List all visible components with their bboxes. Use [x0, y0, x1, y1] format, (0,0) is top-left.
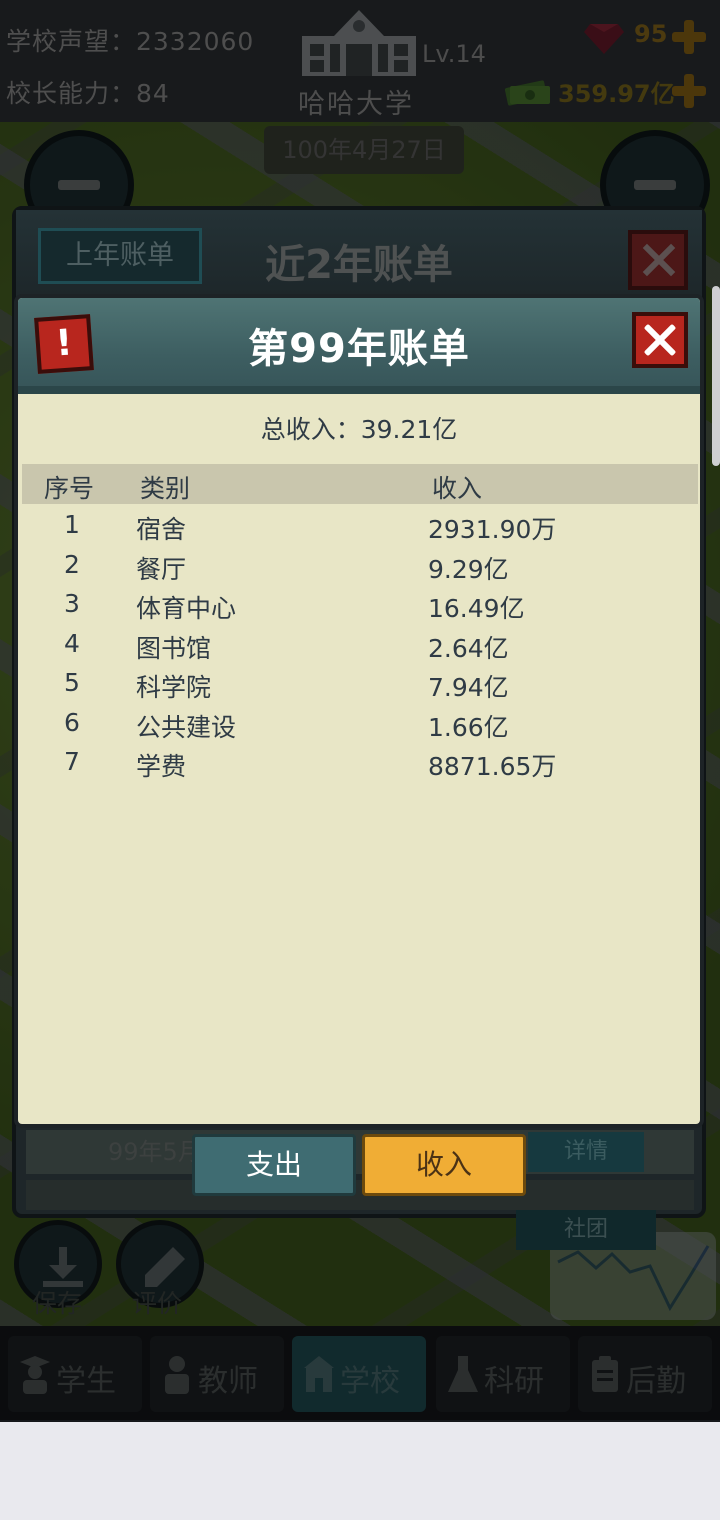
table-row: 2 餐厅 9.29亿 — [18, 544, 700, 584]
income-table-body: 1 宿舍 2931.90万 2 餐厅 9.29亿 3 体育中心 16.49亿 4… — [18, 504, 700, 781]
table-row: 3 体育中心 16.49亿 — [18, 583, 700, 623]
header-category: 类别 — [140, 474, 191, 503]
bill-row-date: 99年5月 — [108, 1138, 202, 1166]
row-income: 2931.90万 — [428, 515, 557, 544]
recent-bills-title: 近2年账单 — [265, 242, 453, 288]
row-index: 5 — [64, 668, 80, 697]
row-index: 1 — [64, 510, 80, 539]
row-category: 餐厅 — [136, 554, 187, 584]
header-income: 收入 — [432, 474, 483, 503]
table-row: 4 图书馆 2.64亿 — [18, 623, 700, 663]
row-income: 7.94亿 — [428, 673, 509, 702]
row-category: 科学院 — [136, 673, 212, 702]
row-category: 公共建设 — [136, 712, 237, 742]
row-category: 学费 — [136, 752, 187, 781]
row-index: 7 — [64, 747, 80, 776]
bill-dialog-close-button[interactable] — [632, 312, 688, 368]
table-row: 6 公共建设 1.66亿 — [18, 702, 700, 742]
header-index: 序号 — [44, 474, 95, 503]
bill-detail-button[interactable]: 详情 — [528, 1132, 644, 1172]
row-index: 2 — [64, 549, 80, 579]
edge-scroll-handle[interactable] — [712, 286, 720, 466]
row-income: 8871.65万 — [428, 752, 557, 781]
total-income: 总收入：39.21亿 — [260, 415, 458, 444]
row-category: 宿舍 — [136, 515, 187, 544]
row-index: 4 — [64, 628, 80, 658]
row-income: 9.29亿 — [428, 554, 509, 584]
table-row: 7 学费 8871.65万 — [18, 741, 700, 781]
screen-bottom-area — [0, 1422, 720, 1520]
bill-dialog-title: 第99年账单 — [248, 326, 470, 372]
game-screen: 学校声望：2332060 校长能力：84 Lv.14 哈哈大学 95 359.9… — [0, 0, 720, 1520]
income-tab-button[interactable]: 收入 — [362, 1134, 526, 1196]
table-row: 1 宿舍 2931.90万 — [18, 504, 700, 544]
table-header: 序号 类别 收入 — [22, 464, 698, 504]
row-index: 6 — [64, 707, 80, 737]
row-income: 2.64亿 — [428, 633, 509, 663]
bill-row — [26, 1180, 694, 1210]
row-income: 16.49亿 — [428, 594, 525, 623]
community-tab[interactable]: 社团 — [516, 1210, 656, 1250]
row-index: 3 — [64, 589, 80, 618]
recent-bills-close-button[interactable] — [628, 230, 688, 290]
year-bill-dialog: ! 第99年账单 总收入：39.21亿 序号 类别 收入 1 宿舍 2931.9… — [14, 294, 704, 1128]
expense-tab-button[interactable]: 支出 — [192, 1134, 356, 1196]
row-income: 1.66亿 — [428, 712, 509, 742]
row-category: 图书馆 — [136, 633, 212, 663]
table-row: 5 科学院 7.94亿 — [18, 662, 700, 702]
row-category: 体育中心 — [136, 594, 237, 623]
